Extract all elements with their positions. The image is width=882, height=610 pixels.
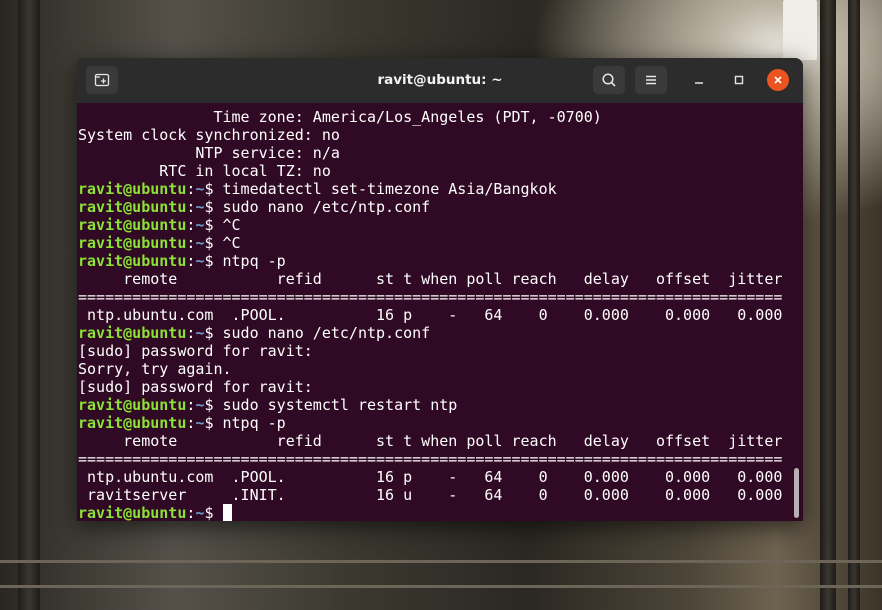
minimize-icon xyxy=(695,82,703,84)
output-text: remote refid st t when poll reach delay … xyxy=(78,270,783,288)
prompt-user: ravit@ubuntu xyxy=(78,504,187,521)
minimize-button[interactable] xyxy=(688,69,710,91)
prompt-user: ravit@ubuntu xyxy=(78,216,187,234)
command-text: timedatectl set-timezone Asia/Bangkok xyxy=(213,180,557,198)
prompt-user: ravit@ubuntu xyxy=(78,234,187,252)
command-text xyxy=(213,504,222,521)
prompt-user: ravit@ubuntu xyxy=(78,252,187,270)
terminal-window: ravit@ubuntu: ~ Time zone: America/Los_A… xyxy=(77,58,803,521)
output-text: ntp.ubuntu.com .POOL. 16 p - 64 0 0.000 … xyxy=(78,468,783,486)
terminal-output-line: ========================================… xyxy=(78,288,803,306)
terminal-command-line: ravit@ubuntu:~$ sudo systemctl restart n… xyxy=(78,396,803,414)
terminal-command-line: ravit@ubuntu:~$ ntpq -p xyxy=(78,252,803,270)
terminal-command-line: ravit@ubuntu:~$ ntpq -p xyxy=(78,414,803,432)
command-text: ntpq -p xyxy=(213,414,286,432)
output-text: NTP service: n/a xyxy=(78,144,340,162)
command-text: sudo nano /etc/ntp.conf xyxy=(213,198,431,216)
close-icon xyxy=(774,76,782,84)
maximize-button[interactable] xyxy=(728,69,750,91)
prompt-user: ravit@ubuntu xyxy=(78,180,187,198)
terminal-output-line: Sorry, try again. xyxy=(78,360,803,378)
terminal-output-line: [sudo] password for ravit: xyxy=(78,378,803,396)
output-text: remote refid st t when poll reach delay … xyxy=(78,432,783,450)
terminal-output-line: NTP service: n/a xyxy=(78,144,803,162)
search-button[interactable] xyxy=(593,66,625,94)
menu-button[interactable] xyxy=(635,66,667,94)
terminal-command-line: ravit@ubuntu:~$ ^C xyxy=(78,234,803,252)
terminal-command-line: ravit@ubuntu:~$ sudo nano /etc/ntp.conf xyxy=(78,198,803,216)
command-text: ^C xyxy=(213,234,241,252)
terminal-scrollbar[interactable] xyxy=(794,468,799,518)
terminal-output-line: ========================================… xyxy=(78,450,803,468)
title-bar[interactable]: ravit@ubuntu: ~ xyxy=(77,58,803,103)
output-text: [sudo] password for ravit: xyxy=(78,378,313,396)
output-text: RTC in local TZ: no xyxy=(78,162,331,180)
command-text: sudo systemctl restart ntp xyxy=(213,396,458,414)
command-text: sudo nano /etc/ntp.conf xyxy=(213,324,431,342)
output-text: [sudo] password for ravit: xyxy=(78,342,313,360)
close-button[interactable] xyxy=(767,69,789,91)
maximize-icon xyxy=(734,75,744,85)
prompt-user: ravit@ubuntu xyxy=(78,414,187,432)
terminal-output-line: RTC in local TZ: no xyxy=(78,162,803,180)
terminal-command-line: ravit@ubuntu:~$ sudo nano /etc/ntp.conf xyxy=(78,324,803,342)
output-text: ravitserver .INIT. 16 u - 64 0 0.000 0.0… xyxy=(78,486,783,504)
terminal-output-line: remote refid st t when poll reach delay … xyxy=(78,270,803,288)
terminal-command-line: ravit@ubuntu:~$ ^C xyxy=(78,216,803,234)
output-text: System clock synchronized: no xyxy=(78,126,340,144)
terminal-output-line: System clock synchronized: no xyxy=(78,126,803,144)
terminal-output-line: Time zone: America/Los_Angeles (PDT, -07… xyxy=(78,108,803,126)
output-text: ========================================… xyxy=(78,288,783,306)
terminal-command-line: ravit@ubuntu:~$ timedatectl set-timezone… xyxy=(78,180,803,198)
output-text: Sorry, try again. xyxy=(78,360,232,378)
terminal-output-line: [sudo] password for ravit: xyxy=(78,342,803,360)
terminal-command-line: ravit@ubuntu:~$ xyxy=(78,504,803,521)
output-text: ntp.ubuntu.com .POOL. 16 p - 64 0 0.000 … xyxy=(78,306,783,324)
prompt-user: ravit@ubuntu xyxy=(78,396,187,414)
terminal-output-line: remote refid st t when poll reach delay … xyxy=(78,432,803,450)
command-text: ntpq -p xyxy=(213,252,286,270)
prompt-user: ravit@ubuntu xyxy=(78,324,187,342)
terminal-output-line: ntp.ubuntu.com .POOL. 16 p - 64 0 0.000 … xyxy=(78,468,803,486)
output-text: Time zone: America/Los_Angeles (PDT, -07… xyxy=(78,108,602,126)
terminal-output[interactable]: Time zone: America/Los_Angeles (PDT, -07… xyxy=(77,103,803,521)
terminal-output-line: ntp.ubuntu.com .POOL. 16 p - 64 0 0.000 … xyxy=(78,306,803,324)
hamburger-menu-icon xyxy=(646,75,656,85)
output-text: ========================================… xyxy=(78,450,783,468)
command-text: ^C xyxy=(213,216,241,234)
terminal-output-line: ravitserver .INIT. 16 u - 64 0 0.000 0.0… xyxy=(78,486,803,504)
prompt-user: ravit@ubuntu xyxy=(78,198,187,216)
search-icon xyxy=(602,73,616,87)
text-cursor xyxy=(222,504,232,521)
